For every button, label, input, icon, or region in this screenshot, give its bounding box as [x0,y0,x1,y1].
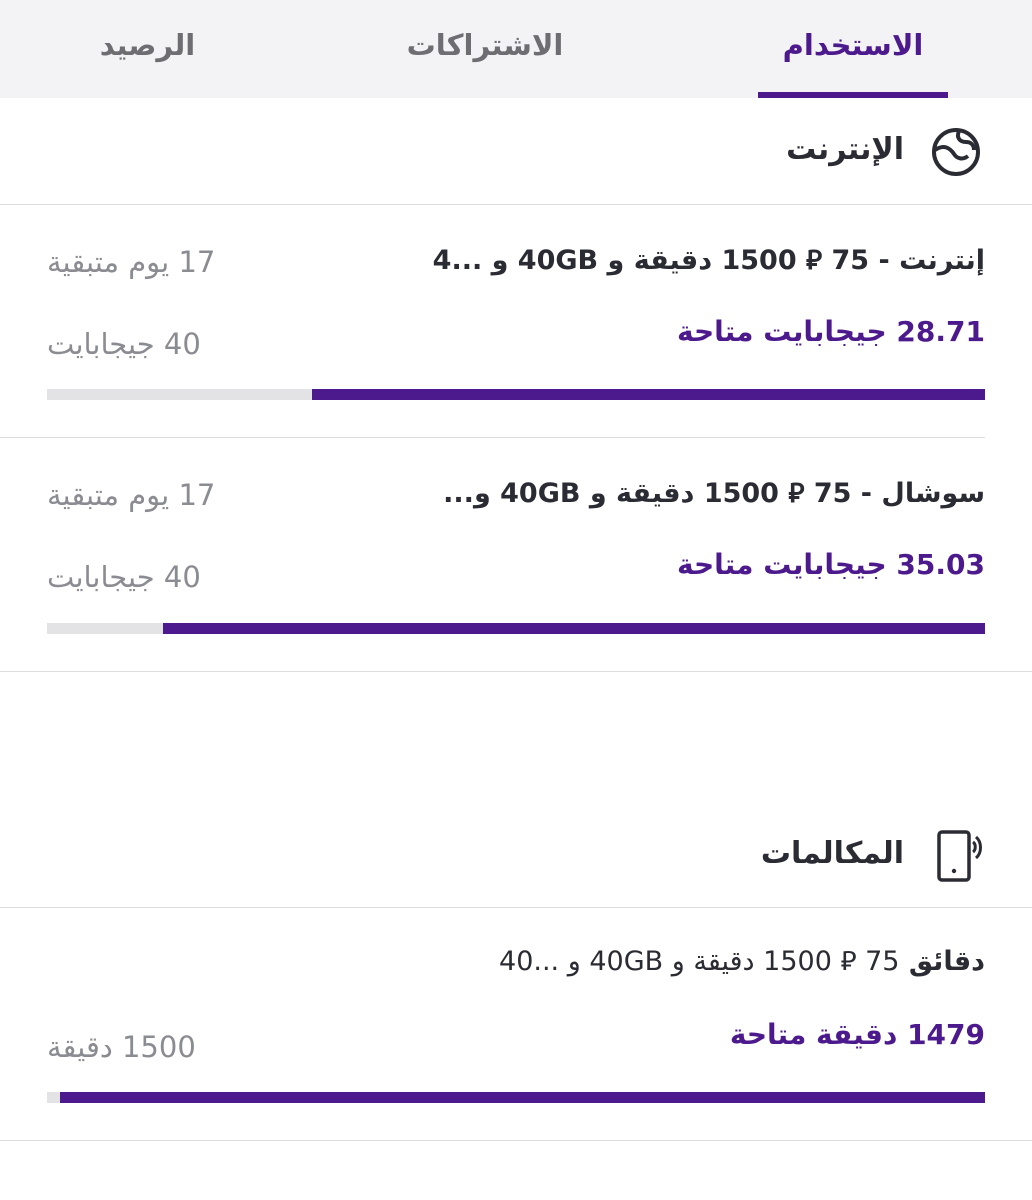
plan-title-rest: 75 ⃁ 1500 دقيقة و 40GB و ...40 [499,946,900,977]
minutes-total: 1500 دقيقة [47,1030,196,1064]
data-total: 40 جيجابايت [47,327,201,361]
divider [0,671,1032,672]
data-available: 28.71 جيجابايت متاحة [677,315,985,348]
days-remaining: 17 يوم متبقية [47,478,216,512]
days-remaining: 17 يوم متبقية [47,245,216,279]
plan-title: سوشال - 75 ⃁ 1500 دقيقة و 40GB و... [443,478,985,509]
internet-section-title: الإنترنت [786,132,904,167]
usage-progress-bar [47,1092,985,1103]
tab-subscriptions[interactable]: الاشتراكات [355,0,615,98]
data-available: 35.03 جيجابايت متاحة [677,548,985,581]
phone-call-icon [937,830,982,882]
usage-progress-bar [47,389,985,400]
tab-usage[interactable]: الاستخدام [758,0,948,98]
calls-section-header: المكالمات [0,800,1032,908]
usage-progress-bar [47,623,985,634]
globe-icon [932,128,980,176]
internet-section-header: الإنترنت [0,98,1032,205]
plan-title: إنترنت - 75 ⃁ 1500 دقيقة و 40GB و ...4 [432,245,985,276]
plan-title: دقائق 75 ⃁ 1500 دقيقة و 40GB و ...40 [499,944,985,978]
plan-title-bold: دقائق [908,946,985,977]
internet-plan-item[interactable]: إنترنت - 75 ⃁ 1500 دقيقة و 40GB و ...4 1… [0,205,1032,437]
calls-plan-item[interactable]: دقائق 75 ⃁ 1500 دقيقة و 40GB و ...40 147… [0,908,1032,1140]
minutes-available: 1479 دقيقة متاحة [729,1018,985,1051]
usage-progress-fill [60,1092,985,1103]
data-total: 40 جيجابايت [47,560,201,594]
usage-progress-fill [163,623,985,634]
internet-plan-item[interactable]: سوشال - 75 ⃁ 1500 دقيقة و 40GB و... 17 ي… [0,438,1032,672]
divider [0,1140,1032,1141]
tab-balance[interactable]: الرصيد [60,0,235,98]
calls-section-title: المكالمات [760,836,904,871]
tab-bar: الاستخدام الاشتراكات الرصيد [0,0,1032,98]
usage-progress-fill [311,389,985,400]
